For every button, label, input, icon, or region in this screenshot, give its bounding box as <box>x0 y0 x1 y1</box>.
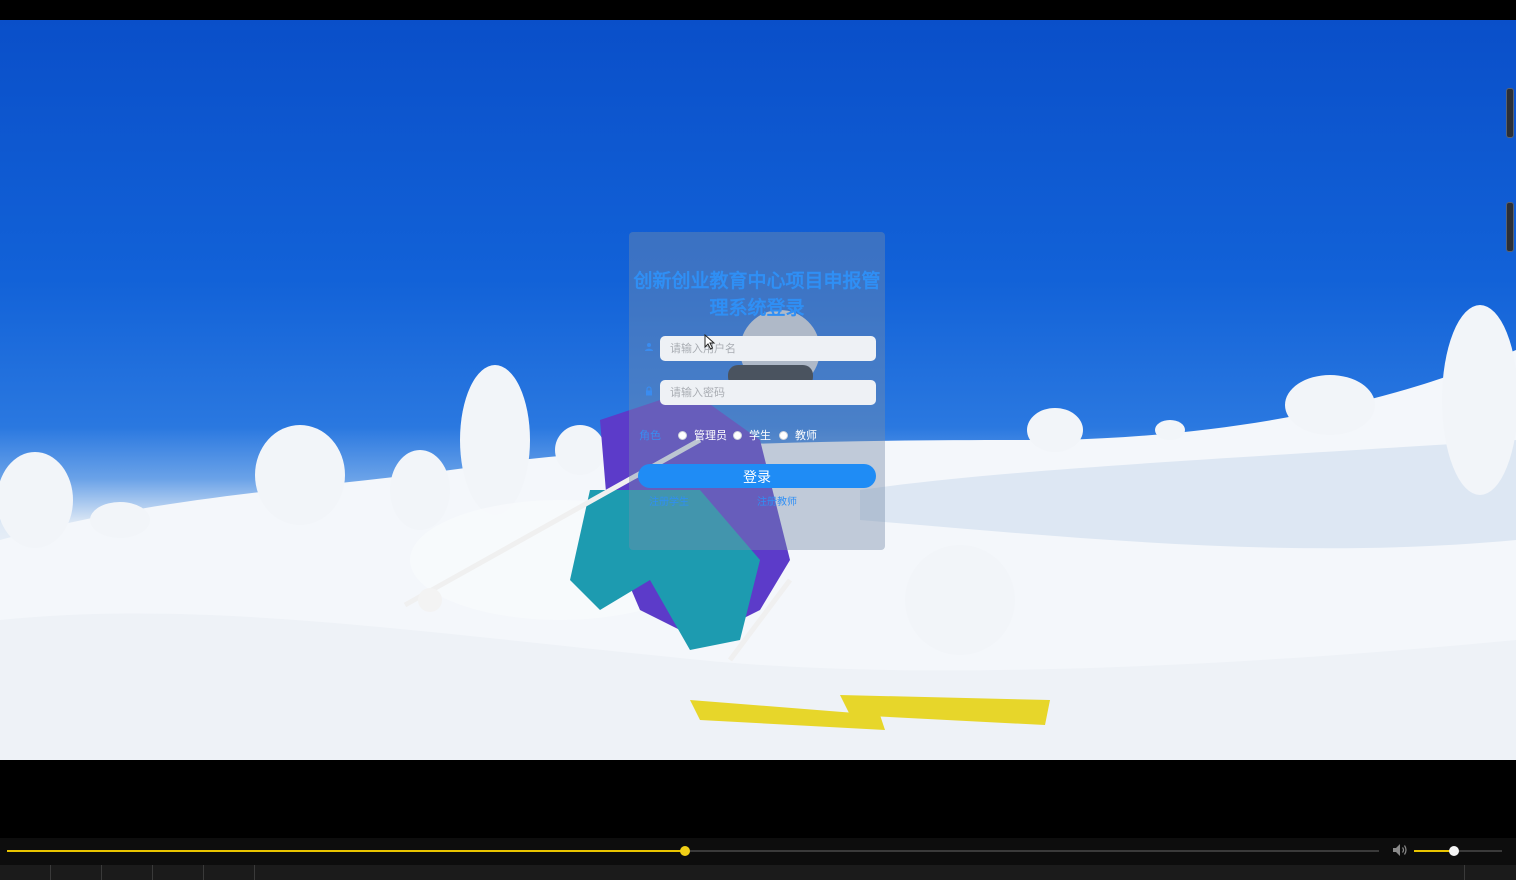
username-row <box>643 336 877 361</box>
register-student-link[interactable]: 注册学生 <box>649 493 689 508</box>
thumbnail-cell[interactable] <box>102 865 153 880</box>
thumbnail-cell[interactable] <box>153 865 204 880</box>
role-radio-student[interactable] <box>733 431 742 440</box>
thumbnail-cell[interactable] <box>51 865 102 880</box>
thumbnail-cell[interactable] <box>1464 865 1516 880</box>
role-radio-teacher[interactable] <box>779 431 788 440</box>
username-input[interactable] <box>660 336 876 361</box>
role-option-student-label: 学生 <box>749 429 771 442</box>
login-title: 创新创业教育中心项目申报管理系统登录 <box>633 270 881 319</box>
video-frame: 创新创业教育中心项目申报管理系统登录 角色 管理员 学生 教师 登录 注册学生 … <box>0 20 1516 760</box>
role-option-teacher-label: 教师 <box>795 429 817 442</box>
role-label: 角色 <box>639 429 661 442</box>
volume-knob[interactable] <box>1448 846 1459 856</box>
thumbnail-cell[interactable] <box>204 865 255 880</box>
player-controls <box>0 838 1516 880</box>
volume-fill <box>1414 850 1454 852</box>
volume-slider[interactable] <box>1414 846 1502 856</box>
password-row <box>643 380 877 405</box>
progress-knob[interactable] <box>679 846 690 856</box>
scrollbar-thumb-lower[interactable] <box>1506 202 1514 252</box>
progress-fill <box>7 850 685 852</box>
login-card: 创新创业教育中心项目申报管理系统登录 角色 管理员 学生 教师 登录 注册学生 … <box>629 232 885 550</box>
lock-icon <box>643 386 655 398</box>
volume-icon[interactable] <box>1392 843 1408 857</box>
progress-bar[interactable] <box>7 846 1379 856</box>
password-input[interactable] <box>660 380 876 405</box>
role-selector: 角色 管理员 学生 教师 <box>639 428 879 444</box>
thumbnail-cell[interactable] <box>0 865 51 880</box>
login-button[interactable]: 登录 <box>638 464 876 488</box>
user-icon <box>643 342 655 354</box>
mouse-cursor-icon <box>704 334 716 350</box>
thumbnail-strip <box>0 865 1516 880</box>
role-option-admin-label: 管理员 <box>694 429 727 442</box>
role-radio-admin[interactable] <box>678 431 687 440</box>
scrollbar-thumb-upper[interactable] <box>1506 88 1514 138</box>
register-teacher-link[interactable]: 注册教师 <box>757 493 797 508</box>
